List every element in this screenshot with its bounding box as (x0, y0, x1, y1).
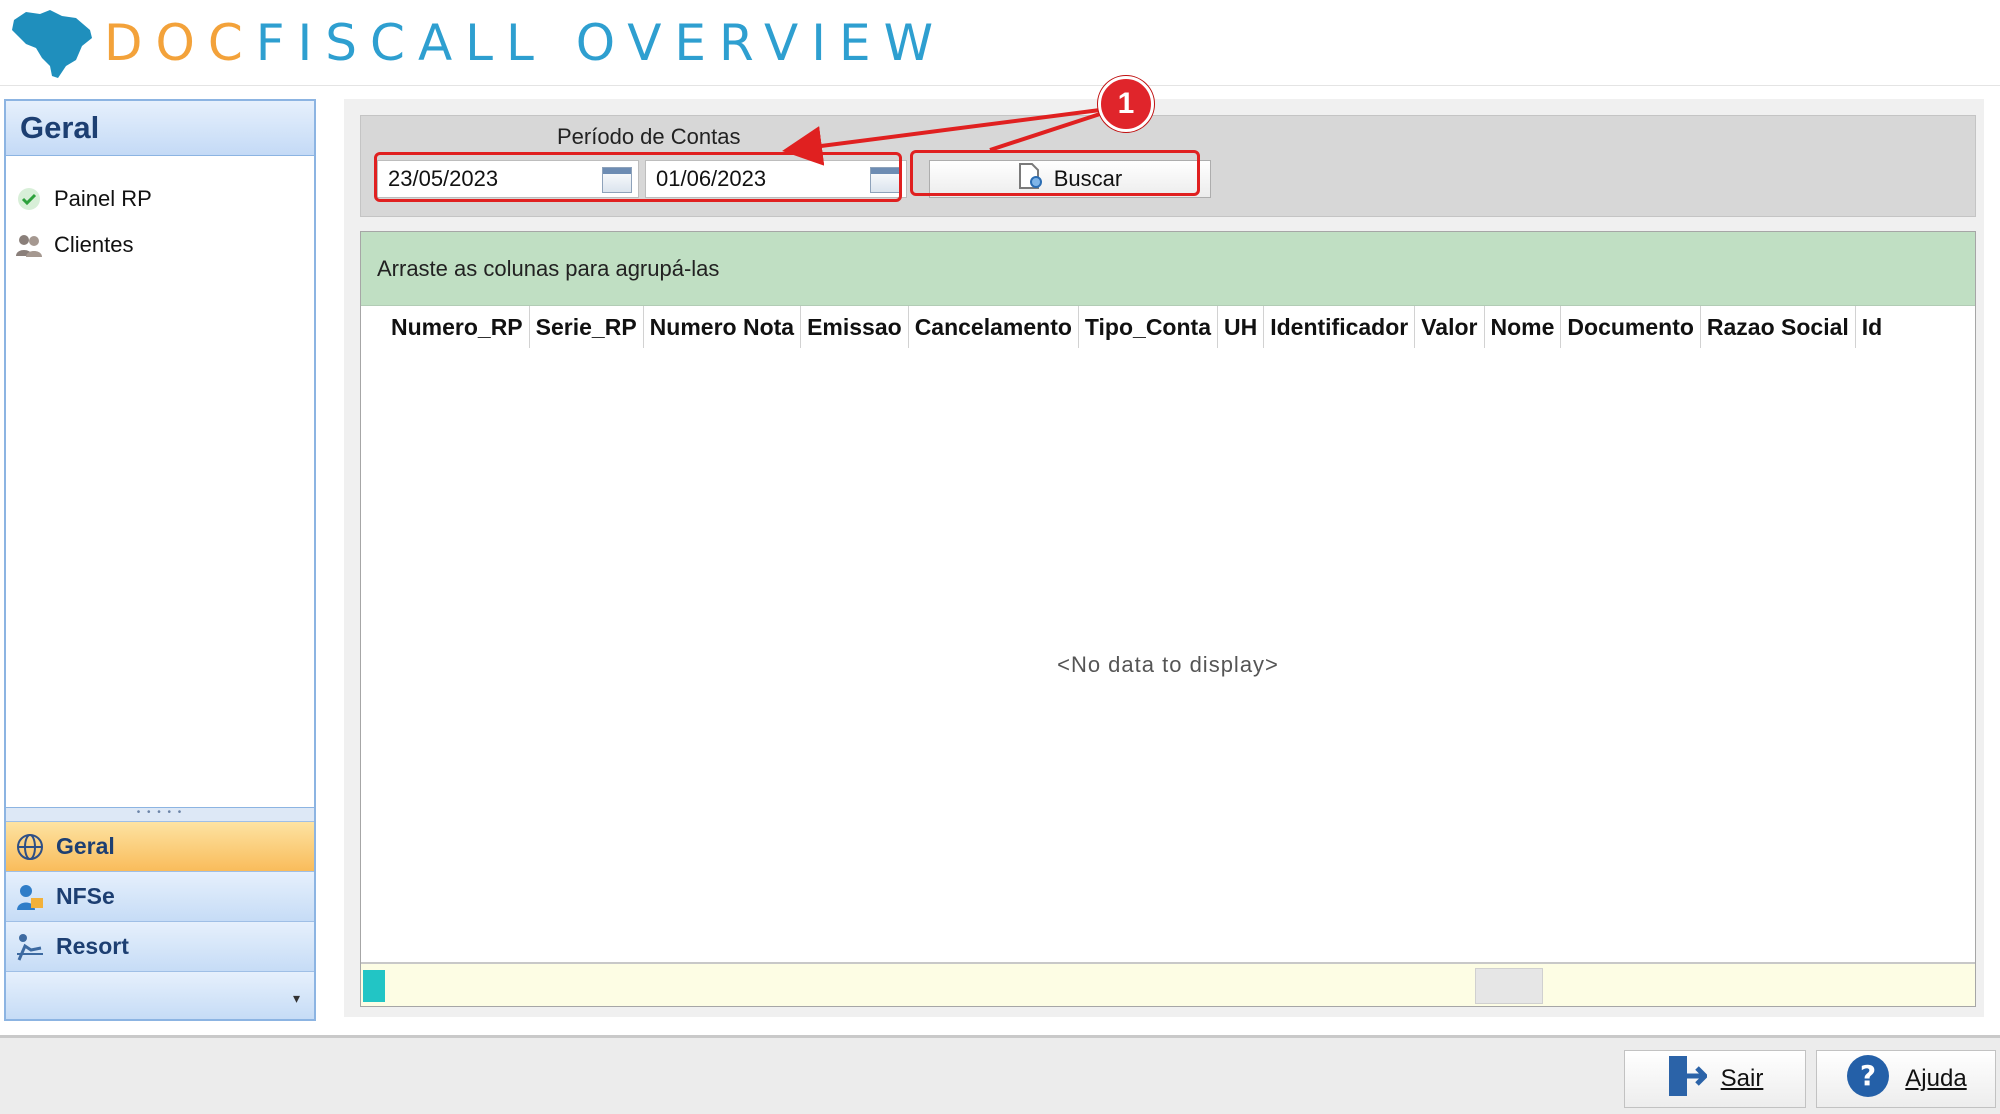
help-icon: ? (1845, 1053, 1891, 1106)
app-title-part1: DOC (104, 14, 256, 72)
column-header[interactable]: Cancelamento (909, 306, 1079, 348)
nav-button-nfse[interactable]: NFSe (6, 871, 314, 921)
column-header[interactable]: Serie_RP (530, 306, 644, 348)
nav-button-label: Resort (56, 933, 129, 959)
footer-bar: Sair ? Ajuda (0, 1035, 2000, 1114)
users-icon (14, 230, 44, 260)
sidebar-title: Geral (6, 101, 314, 156)
exit-door-icon (1667, 1054, 1709, 1105)
help-button[interactable]: ? Ajuda (1816, 1050, 1996, 1108)
grid-header-row: Numero_RP Serie_RP Numero Nota Emissao C… (385, 306, 1888, 348)
brazil-map-icon (12, 10, 92, 78)
scrollbar-left-indicator (363, 970, 385, 1002)
column-header[interactable]: Numero_RP (385, 306, 530, 348)
column-header[interactable]: Emissao (801, 306, 909, 348)
globe-icon (14, 831, 46, 863)
column-header[interactable]: Documento (1561, 306, 1701, 348)
nav-button-label: Geral (56, 833, 115, 859)
nav-button-resort[interactable]: Resort (6, 921, 314, 971)
nav-overflow-button[interactable]: ▾ (6, 971, 314, 1019)
sidebar-splitter-grip[interactable]: • • • • • (6, 807, 314, 821)
sidebar-item-label: Clientes (54, 232, 134, 257)
resort-icon (14, 931, 46, 963)
annotation-badge: 1 (1098, 76, 1154, 132)
highlight-search-button (910, 150, 1200, 196)
column-header[interactable]: Numero Nota (644, 306, 802, 348)
app-title-part2: FISCALL OVERVIEW (255, 14, 947, 72)
column-header[interactable]: Nome (1485, 306, 1562, 348)
main-content: Período de Contas 23/05/2023 01/06/2023 … (344, 99, 1984, 1017)
sidebar-item-painel-rp[interactable]: Painel RP (14, 181, 152, 217)
column-header[interactable]: Valor (1415, 306, 1485, 348)
scrollbar-thumb[interactable] (1475, 968, 1543, 1004)
column-header[interactable]: Identificador (1264, 306, 1416, 348)
nav-button-label: NFSe (56, 883, 115, 909)
column-header[interactable]: Tipo_Conta (1079, 306, 1218, 348)
column-header[interactable]: Razao Social (1701, 306, 1856, 348)
app-header: DOCFISCALL OVERVIEW (0, 0, 2000, 86)
column-header[interactable]: UH (1218, 306, 1265, 348)
check-icon (14, 184, 44, 214)
svg-text:?: ? (1860, 1059, 1876, 1092)
group-by-panel[interactable]: Arraste as colunas para agrupá-las (361, 232, 1975, 306)
user-folder-icon (14, 881, 46, 913)
sidebar: Geral Painel RP Clientes • • • • • Geral… (4, 99, 316, 1021)
column-header[interactable]: Id (1856, 306, 1888, 348)
sidebar-item-label: Painel RP (54, 186, 152, 211)
highlight-date-fields (374, 152, 902, 202)
nav-button-geral[interactable]: Geral (6, 821, 314, 871)
period-label: Período de Contas (557, 124, 741, 149)
app-title: DOCFISCALL OVERVIEW (104, 14, 946, 72)
exit-button-label: Sair (1720, 1065, 1764, 1092)
data-grid: Arraste as colunas para agrupá-las Numer… (360, 231, 1976, 1007)
help-button-label: Ajuda (1905, 1065, 1967, 1092)
empty-grid-message: <No data to display> (1057, 652, 1279, 677)
horizontal-scrollbar[interactable] (361, 962, 1975, 1006)
chevron-down-icon: ▾ (292, 990, 300, 1006)
sidebar-item-clientes[interactable]: Clientes (14, 227, 133, 263)
exit-button[interactable]: Sair (1624, 1050, 1806, 1108)
